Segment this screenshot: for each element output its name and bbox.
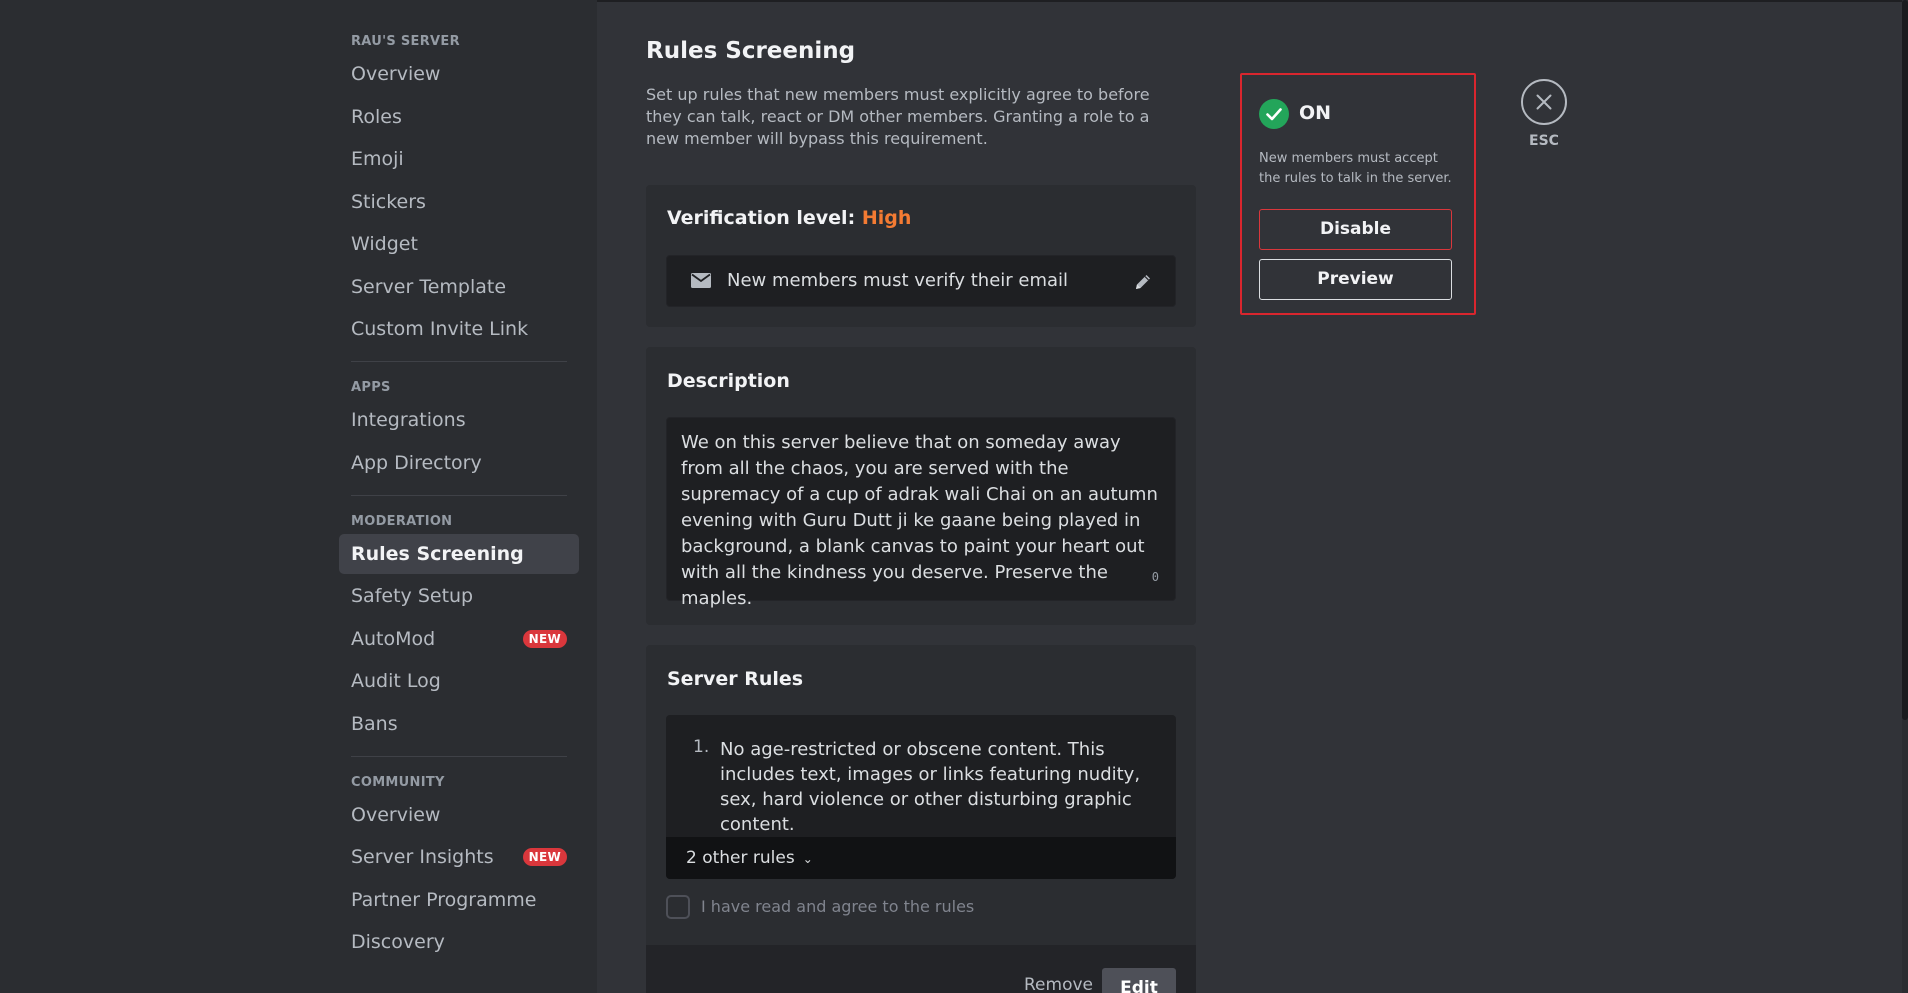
server-rules-title: Server Rules [667,668,804,690]
verification-requirement-text: New members must verify their email [727,270,1069,291]
verification-card: Verification level: High New members mus… [646,185,1196,327]
sidebar-item-bans[interactable]: Bans [339,704,579,744]
sidebar-item-emoji[interactable]: Emoji [339,139,579,179]
screening-status-panel: ON New members must accept the rules to … [1240,73,1476,315]
sidebar-divider [351,361,567,362]
page-title: Rules Screening [646,38,856,64]
sidebar-item-overview[interactable]: Overview [339,54,579,94]
description-text: We on this server believe that on someda… [681,432,1158,609]
sidebar-item-discovery[interactable]: Discovery [339,922,579,962]
description-textarea[interactable]: We on this server believe that on someda… [666,417,1176,609]
verification-requirement: New members must verify their email [666,255,1176,307]
esc-label: ESC [1529,133,1559,149]
scrollbar-thumb[interactable] [1902,0,1908,720]
sidebar-item-community-overview[interactable]: Overview [339,795,579,835]
verification-title: Verification level: High [667,207,911,229]
scrollbar[interactable] [1902,0,1908,993]
sidebar-item-safety-setup[interactable]: Safety Setup [339,576,579,616]
new-badge: NEW [522,848,567,866]
agree-label: I have read and agree to the rules [701,897,975,916]
sidebar-item-label: AutoMod [351,627,436,650]
pencil-icon[interactable] [1133,272,1153,292]
sidebar-divider [351,494,567,496]
sidebar-header-moderation: MODERATION [351,513,453,529]
rule-number: 1. [693,737,710,757]
sidebar-header-apps: APPS [351,380,391,395]
remove-button[interactable]: Remove [1024,975,1093,993]
sidebar-item-partner-programme[interactable]: Partner Programme [339,880,579,920]
other-rules-toggle[interactable]: 2 other rules ⌄ [666,837,1176,879]
status-note: New members must accept the rules to tal… [1259,151,1452,186]
sidebar-item-label: Server Insights [351,846,494,868]
rule-text: No age-restricted or obscene content. Th… [720,739,1141,835]
edit-button[interactable]: Edit [1102,968,1176,993]
sidebar-item-server-template[interactable]: Server Template [339,267,579,307]
settings-sidebar: RAU'S SERVER Overview Roles Emoji Sticke… [0,0,597,993]
sidebar-item-roles[interactable]: Roles [339,97,579,137]
close-control: ESC [1521,79,1567,149]
agree-checkbox[interactable] [666,895,690,919]
preview-button[interactable]: Preview [1259,259,1452,300]
server-settings-window: RAU'S SERVER Overview Roles Emoji Sticke… [0,0,1908,993]
other-rules-label: 2 other rules [686,848,795,868]
sidebar-item-rules-screening[interactable]: Rules Screening [339,533,579,574]
disable-button[interactable]: Disable [1259,209,1452,250]
description-title: Description [667,370,790,392]
chevron-down-icon: ⌄ [802,852,813,866]
sidebar-item-automod[interactable]: AutoMod NEW [339,619,579,659]
envelope-icon [691,273,711,288]
close-icon [1536,94,1552,110]
sidebar-divider [351,755,567,757]
rules-list: 1. No age-restricted or obscene content.… [666,715,1176,879]
sidebar-item-audit-log[interactable]: Audit Log [339,661,579,701]
sidebar-header-community: COMMUNITY [351,774,445,790]
description-card: Description We on this server believe th… [646,347,1196,625]
sidebar-item-custom-invite-link[interactable]: Custom Invite Link [339,309,579,349]
check-icon [1259,99,1289,129]
verification-level: High [861,207,912,229]
sidebar-item-integrations[interactable]: Integrations [339,400,579,440]
verification-label: Verification level: [667,207,856,229]
character-count: 0 [1151,570,1159,584]
sidebar-list: RAU'S SERVER Overview Roles Emoji Sticke… [339,30,579,965]
rules-screening-content: Rules Screening Set up rules that new me… [646,38,1198,993]
close-button[interactable] [1521,79,1567,125]
page-description: Set up rules that new members must expli… [646,85,1150,148]
new-badge: NEW [522,629,567,648]
sidebar-item-stickers[interactable]: Stickers [339,182,579,222]
sidebar-header-server: RAU'S SERVER [351,34,460,49]
sidebar-item-widget[interactable]: Widget [339,224,579,264]
server-rules-card: Server Rules 1. No age-restricted or obs… [646,645,1196,993]
status-label: ON [1299,102,1332,124]
rules-footer: Remove Edit [646,945,1196,993]
sidebar-item-app-directory[interactable]: App Directory [339,443,579,483]
sidebar-item-server-insights[interactable]: Server Insights NEW [339,837,579,877]
